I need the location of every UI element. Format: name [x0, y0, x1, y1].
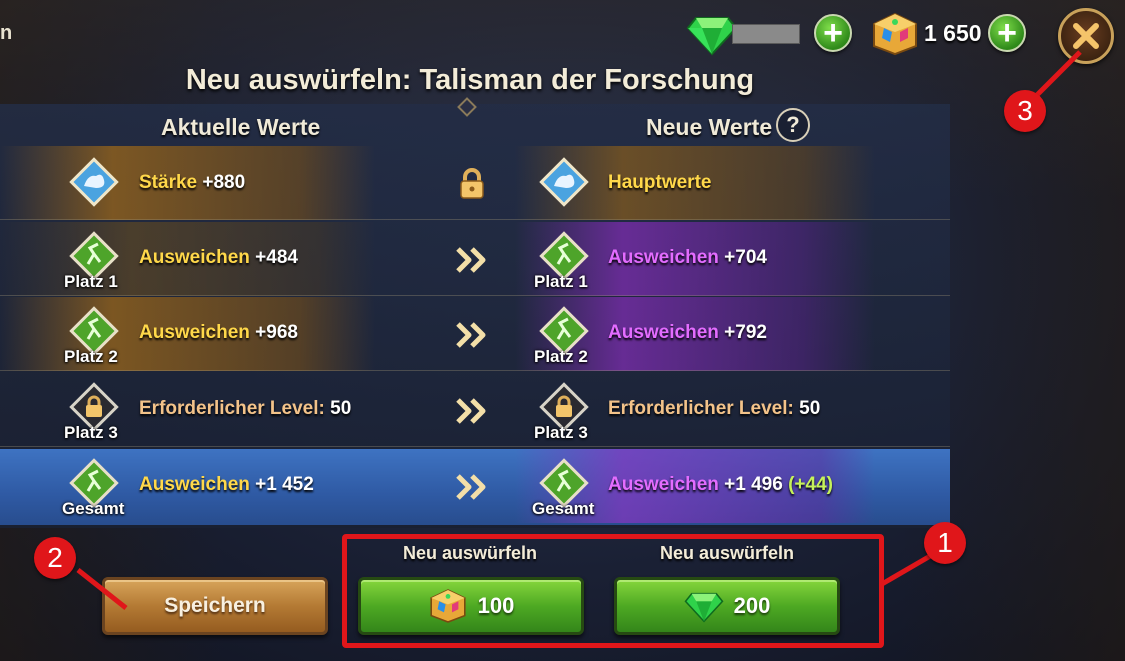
slot-label: Platz 3: [534, 423, 588, 442]
new-values-header: Neue Werte: [646, 114, 773, 140]
close-icon: [1073, 23, 1099, 49]
annotation-marker-1: 1: [924, 522, 966, 564]
annotation-marker-2: 2: [34, 537, 76, 579]
new-stat-text: Ausweichen +1 496 (+44): [608, 474, 833, 495]
lock-icon: [460, 168, 484, 199]
emerald-gem-icon: [686, 17, 738, 56]
double-chevron-right-icon: [456, 322, 486, 348]
slot-label: Gesamt: [62, 499, 125, 518]
bonus-value: (+44): [782, 474, 833, 495]
plus-icon: +: [997, 14, 1017, 52]
reroll-gold-button[interactable]: 100: [358, 577, 584, 635]
slot-label: Platz 3: [64, 423, 118, 442]
reroll-emerald-label: Neu auswürfeln: [659, 543, 795, 563]
stat-row: Stärke +880 Hauptwerte: [0, 146, 950, 220]
help-button[interactable]: ?: [776, 108, 810, 142]
close-button[interactable]: [1058, 8, 1114, 64]
new-stat-text: Erforderlicher Level: 50: [608, 398, 821, 419]
emerald-amount-bar: [732, 24, 800, 44]
row-divider: [0, 370, 950, 371]
current-stat-text: Ausweichen +484: [139, 247, 298, 268]
new-stat-text: Ausweichen +704: [608, 247, 767, 268]
row-divider: [0, 446, 950, 447]
plus-icon: +: [823, 14, 843, 52]
slot-label: Platz 2: [64, 347, 118, 366]
reroll-arrow: [452, 467, 492, 507]
row-divider: [0, 295, 950, 296]
gold-cube-icon: [873, 12, 917, 56]
main-stats-icon: [539, 157, 589, 207]
stat-row: Platz 3 Erforderlicher Level: 50 Platz 3…: [0, 373, 950, 447]
reroll-arrow: [452, 315, 492, 355]
gold-amount: 1 650: [924, 20, 982, 46]
current-values-header: Aktuelle Werte: [161, 114, 321, 140]
slot-label: Platz 1: [64, 272, 118, 291]
new-stat-text: Hauptwerte: [608, 172, 712, 193]
save-button[interactable]: Speichern: [102, 577, 328, 635]
current-stat-text: Ausweichen +1 452: [139, 474, 314, 495]
lock-toggle[interactable]: [452, 164, 492, 204]
slot-label: Platz 1: [534, 272, 588, 291]
new-stat-text: Ausweichen +792: [608, 322, 767, 343]
stat-row: Platz 2 Ausweichen +968 Platz 2 Ausweich…: [0, 297, 950, 371]
reroll-arrow: [452, 391, 492, 431]
annotation-marker-3: 3: [1004, 90, 1046, 132]
emerald-gem-icon: [684, 592, 724, 623]
slot-label: Platz 2: [534, 347, 588, 366]
total-row: Gesamt Ausweichen +1 452 Gesamt Ausweich…: [0, 449, 950, 525]
reroll-arrow: [452, 240, 492, 280]
reroll-gold-cost: 100: [477, 593, 515, 618]
slot-label: Gesamt: [532, 499, 595, 518]
double-chevron-right-icon: [456, 474, 486, 500]
double-chevron-right-icon: [456, 247, 486, 273]
page-title: Neu auswürfeln: Talisman der Forschung: [185, 64, 755, 96]
strength-stat-icon: [69, 157, 119, 207]
cut-off-text: n: [0, 22, 13, 44]
gold-currency: 1 650 +: [870, 12, 1030, 56]
row-divider: [0, 219, 950, 220]
reroll-gold-label: Neu auswürfeln: [402, 543, 538, 563]
reroll-emerald-cost: 200: [733, 593, 771, 618]
add-gold-button[interactable]: +: [988, 14, 1026, 52]
current-stat-text: Erforderlicher Level: 50: [139, 398, 352, 419]
reroll-emerald-button[interactable]: 200: [614, 577, 840, 635]
stat-row: Platz 1 Ausweichen +484 Platz 1 Ausweich…: [0, 222, 950, 296]
emerald-currency: +: [686, 12, 856, 56]
current-stat-text: Stärke +880: [139, 172, 246, 193]
add-emerald-button[interactable]: +: [814, 14, 852, 52]
gold-cube-icon: [430, 589, 466, 623]
double-chevron-right-icon: [456, 398, 486, 424]
current-stat-text: Ausweichen +968: [139, 322, 298, 343]
